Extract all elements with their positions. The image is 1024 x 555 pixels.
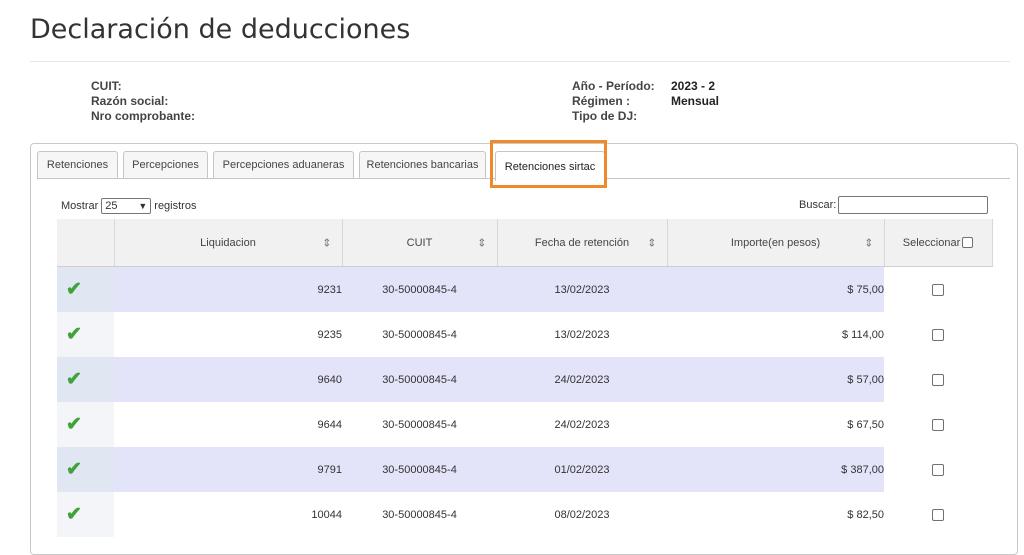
cuit-cell: 30-50000845-4 bbox=[342, 312, 497, 357]
fecha-cell: 08/02/2023 bbox=[497, 492, 667, 537]
cuit-label: CUIT: bbox=[91, 79, 122, 93]
select-all-checkbox[interactable] bbox=[962, 237, 974, 249]
importe-cell: $ 75,00 bbox=[667, 266, 884, 312]
table-row: ✔ 9235 30-50000845-4 13/02/2023 $ 114,00 bbox=[57, 312, 992, 357]
sort-icon: ⇕ bbox=[647, 237, 657, 249]
header-seleccionar: Seleccionar bbox=[884, 219, 993, 267]
status-cell: ✔ bbox=[57, 266, 114, 312]
tab-retenciones-sirtac[interactable]: Retenciones sirtac bbox=[495, 151, 605, 181]
liquidacion-cell: 9644 bbox=[114, 402, 342, 447]
importe-cell: $ 67,50 bbox=[667, 402, 884, 447]
liquidacion-cell: 9791 bbox=[114, 447, 342, 492]
info-right-values: 2023 - 2 Mensual bbox=[671, 79, 719, 124]
retenciones-table: Liquidacion ⇕ CUIT ⇕ Fecha de retención ⇕ I… bbox=[57, 219, 993, 537]
search-label: Buscar: bbox=[799, 199, 837, 211]
table-row: ✔ 10044 30-50000845-4 08/02/2023 $ 82,50 bbox=[57, 492, 992, 537]
row-checkbox[interactable] bbox=[932, 463, 944, 476]
tab-percepciones-aduaneras[interactable]: Percepciones aduaneras bbox=[213, 151, 354, 178]
liquidacion-cell: 10044 bbox=[114, 492, 342, 537]
header-status bbox=[57, 219, 115, 267]
status-cell: ✔ bbox=[57, 402, 114, 447]
tab-percepciones[interactable]: Percepciones bbox=[123, 151, 208, 178]
select-cell bbox=[884, 447, 992, 492]
importe-cell: $ 114,00 bbox=[667, 312, 884, 357]
header-importe[interactable]: Importe(en pesos) ⇕ bbox=[667, 219, 885, 267]
cuit-cell: 30-50000845-4 bbox=[342, 266, 497, 312]
table-row: ✔ 9231 30-50000845-4 13/02/2023 $ 75,00 bbox=[57, 266, 992, 312]
select-cell bbox=[884, 492, 992, 537]
page-length-control: Mostrar 25 ▼ registros bbox=[61, 198, 196, 214]
select-cell bbox=[884, 357, 992, 402]
fecha-cell: 24/02/2023 bbox=[497, 402, 667, 447]
check-icon: ✔ bbox=[66, 324, 82, 345]
liquidacion-cell: 9231 bbox=[114, 266, 342, 312]
status-cell: ✔ bbox=[57, 447, 114, 492]
sort-icon: ⇕ bbox=[322, 237, 332, 249]
liquidacion-cell: 9235 bbox=[114, 312, 342, 357]
check-icon: ✔ bbox=[66, 504, 82, 525]
row-checkbox[interactable] bbox=[932, 418, 944, 431]
status-cell: ✔ bbox=[57, 357, 114, 402]
show-label: Mostrar bbox=[61, 200, 99, 212]
info-left-labels: CUIT: Razón social: Nro comprobante: bbox=[91, 79, 195, 124]
regimen-value: Mensual bbox=[671, 94, 720, 108]
page-title: Declaración de deducciones bbox=[30, 14, 411, 45]
page-length-value: 25 bbox=[105, 200, 118, 212]
tipo-dj-label: Tipo de DJ: bbox=[572, 109, 638, 123]
regimen-label: Régimen : bbox=[572, 94, 631, 108]
table-row: ✔ 9791 30-50000845-4 01/02/2023 $ 387,00 bbox=[57, 447, 992, 492]
sort-icon: ⇕ bbox=[864, 237, 874, 249]
anio-periodo-value: 2023 - 2 bbox=[671, 79, 716, 93]
razon-social-label: Razón social: bbox=[91, 94, 169, 108]
cuit-cell: 30-50000845-4 bbox=[342, 492, 497, 537]
check-icon: ✔ bbox=[66, 369, 82, 390]
header-liquidacion[interactable]: Liquidacion ⇕ bbox=[114, 219, 343, 267]
importe-cell: $ 57,00 bbox=[667, 357, 884, 402]
page-length-select[interactable]: 25 ▼ bbox=[101, 198, 152, 214]
tab-retenciones-bancarias[interactable]: Retenciones bancarias bbox=[359, 151, 486, 178]
table-header: Liquidacion ⇕ CUIT ⇕ Fecha de retención ⇕ I… bbox=[57, 219, 993, 267]
row-checkbox[interactable] bbox=[932, 328, 944, 341]
fecha-cell: 01/02/2023 bbox=[497, 447, 667, 492]
status-cell: ✔ bbox=[57, 312, 114, 357]
table-row: ✔ 9640 30-50000845-4 24/02/2023 $ 57,00 bbox=[57, 357, 992, 402]
table-row: ✔ 9644 30-50000845-4 24/02/2023 $ 67,50 bbox=[57, 402, 992, 447]
chevron-down-icon: ▼ bbox=[138, 201, 148, 211]
fecha-cell: 13/02/2023 bbox=[497, 312, 667, 357]
check-icon: ✔ bbox=[66, 279, 82, 300]
title-divider bbox=[30, 61, 1010, 62]
select-cell bbox=[884, 402, 992, 447]
nro-comprobante-label: Nro comprobante: bbox=[91, 109, 196, 123]
header-cuit[interactable]: CUIT ⇕ bbox=[342, 219, 498, 267]
status-cell: ✔ bbox=[57, 492, 114, 537]
check-icon: ✔ bbox=[66, 459, 82, 480]
cuit-cell: 30-50000845-4 bbox=[342, 447, 497, 492]
search-control: Buscar: bbox=[799, 196, 989, 214]
select-cell bbox=[884, 266, 992, 312]
header-fecha[interactable]: Fecha de retención ⇕ bbox=[497, 219, 668, 267]
cuit-cell: 30-50000845-4 bbox=[342, 402, 497, 447]
fecha-cell: 24/02/2023 bbox=[497, 357, 667, 402]
anio-periodo-label: Año - Período: bbox=[572, 79, 655, 93]
row-checkbox[interactable] bbox=[932, 373, 944, 386]
select-cell bbox=[884, 312, 992, 357]
info-right-labels: Año - Período: Régimen : Tipo de DJ: bbox=[572, 79, 655, 124]
importe-cell: $ 82,50 bbox=[667, 492, 884, 537]
importe-cell: $ 387,00 bbox=[667, 447, 884, 492]
cuit-cell: 30-50000845-4 bbox=[342, 357, 497, 402]
check-icon: ✔ bbox=[66, 414, 82, 435]
tab-retenciones[interactable]: Retenciones bbox=[37, 151, 118, 178]
fecha-cell: 13/02/2023 bbox=[497, 266, 667, 312]
sort-icon: ⇕ bbox=[477, 237, 487, 249]
tipo-dj-value bbox=[671, 109, 719, 124]
row-checkbox[interactable] bbox=[932, 508, 944, 521]
liquidacion-cell: 9640 bbox=[114, 357, 342, 402]
records-label: registros bbox=[154, 200, 197, 212]
search-input[interactable] bbox=[838, 196, 989, 214]
row-checkbox[interactable] bbox=[932, 283, 944, 296]
